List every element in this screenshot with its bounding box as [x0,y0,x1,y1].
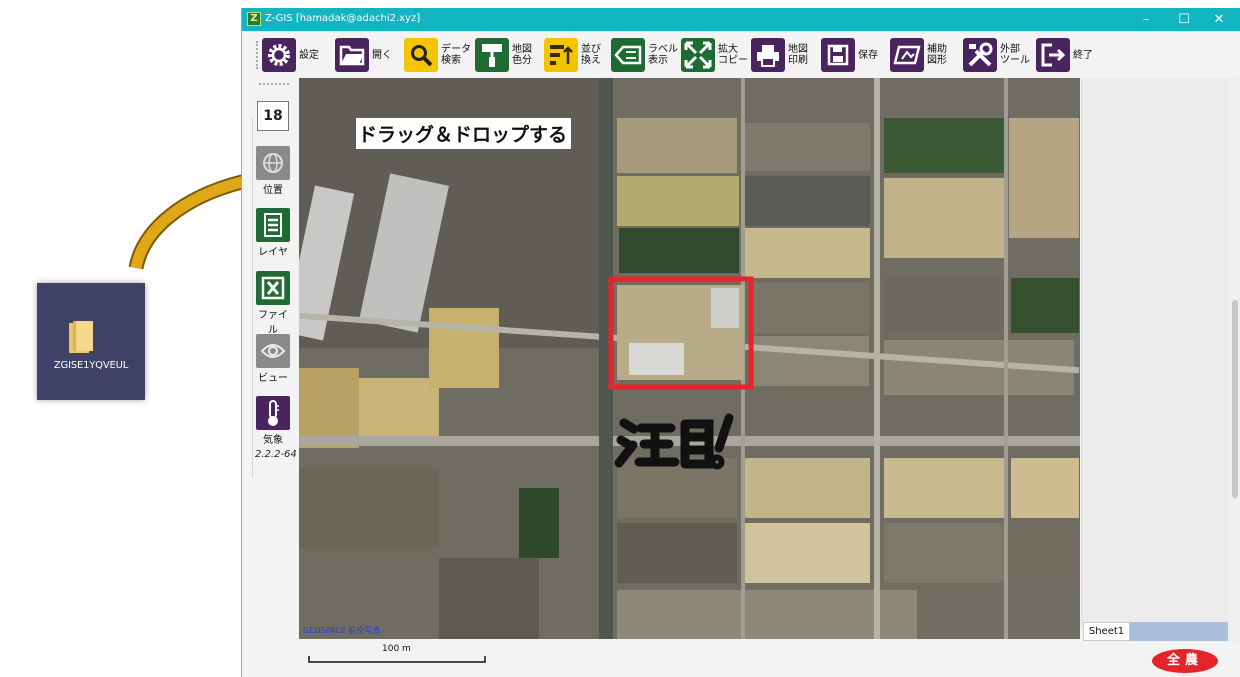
view-label: ビュー [258,373,288,384]
label-display-button[interactable]: ラベル 表示 [611,37,678,73]
excel-file-icon [256,271,290,305]
file-label: ファイル [258,310,288,336]
zennoh-logo: 全農 [1152,649,1218,673]
paint-roller-icon [475,38,509,72]
right-scrollbar-thumb[interactable] [1232,300,1238,498]
folder-open-icon [335,38,369,72]
settings-label: 設定 [299,49,319,61]
sheet-tab-strip [1130,622,1228,641]
layer-button[interactable]: レイヤ [255,208,291,258]
data-search-button[interactable]: データ 検索 [404,37,471,73]
app-logo-icon: Z [247,12,261,26]
layer-label: レイヤ [258,247,288,258]
exit-label: 終了 [1073,49,1093,61]
scale-bar: 100 m [307,644,487,664]
exit-button[interactable]: 終了 [1036,37,1093,73]
left-toolbar-grip[interactable] [259,83,289,85]
settings-button[interactable]: 設定 [262,37,319,73]
label-icon [611,38,645,72]
right-panel [1081,78,1229,626]
map-canvas[interactable]: ドラッグ＆ドロップする GEOSPACE 航空写真 [299,78,1080,639]
toolbar-grip[interactable] [256,41,258,69]
right-scrollbar[interactable] [1229,78,1240,643]
close-button[interactable]: ✕ [1203,10,1235,29]
external-tools-label: 外部 ツール [1000,44,1030,66]
version-text: 2.2.2-64 [255,449,297,460]
minimize-button[interactable]: – [1130,10,1162,29]
sort-icon [544,38,578,72]
weather-label: 気象 [263,435,283,446]
file-button[interactable]: ファイル [255,271,291,336]
main-toolbar: 設定 開く データ 検索 地図 色分 並び 換え ラベル 表示 拡大 コピー 地… [242,31,1240,78]
enlarge-copy-button[interactable]: 拡大 コピー [681,37,748,73]
label-display-label: ラベル 表示 [648,44,678,66]
map-print-button[interactable]: 地図 印刷 [751,37,808,73]
weather-button[interactable]: 気象 [255,396,291,446]
shape-icon [890,38,924,72]
map-color-button[interactable]: 地図 色分 [475,37,532,73]
sort-button[interactable]: 並び 換え [544,37,601,73]
left-divider [252,118,253,478]
map-color-label: 地図 色分 [512,44,532,66]
aux-shape-button[interactable]: 補助 図形 [890,37,947,73]
zoom-level-box[interactable]: 18 [257,101,289,131]
view-button[interactable]: ビュー [255,334,291,384]
sort-label: 並び 換え [581,44,601,66]
drag-drop-instruction: ドラッグ＆ドロップする [356,118,572,149]
maximize-button[interactable]: ☐ [1168,10,1200,29]
globe-icon [256,146,290,180]
tools-icon [963,38,997,72]
search-icon [404,38,438,72]
app-window: Z Z-GIS [hamadak@adachi2.xyz] – ☐ ✕ 設定 開… [241,8,1240,677]
printer-icon [751,38,785,72]
screenshot-stage: ZGISE1YQVEUL Z Z-GIS [hamadak@adachi2.xy… [0,0,1240,677]
sheet-tab[interactable]: Sheet1 [1083,622,1130,641]
eye-icon [256,334,290,368]
layers-icon [256,208,290,242]
position-button[interactable]: 位置 [255,146,291,196]
map-credit: GEOSPACE 航空写真 [303,626,381,635]
external-tools-button[interactable]: 外部 ツール [963,37,1030,73]
save-button[interactable]: 保存 [821,37,878,73]
left-toolbar: 18 位置 レイヤ ファイル ビュー 気象 2.2.2-64 [243,78,298,478]
open-button[interactable]: 開く [335,37,392,73]
folder-icon [69,321,93,353]
title-bar: Z Z-GIS [hamadak@adachi2.xyz] – ☐ ✕ [242,8,1240,31]
map-print-label: 地図 印刷 [788,44,808,66]
gear-icon [262,38,296,72]
scale-label: 100 m [382,644,411,654]
window-title: Z-GIS [hamadak@adachi2.xyz] [265,13,421,24]
position-label: 位置 [263,185,283,196]
desktop-folder-tile[interactable]: ZGISE1YQVEUL [37,283,145,400]
enlarge-copy-label: 拡大 コピー [718,44,748,66]
expand-arrows-icon [681,38,715,72]
thermometer-icon [256,396,290,430]
save-label: 保存 [858,49,878,61]
exit-icon [1036,38,1070,72]
aerial-photo [299,78,1080,639]
floppy-disk-icon [821,38,855,72]
aux-shape-label: 補助 図形 [927,44,947,66]
open-label: 開く [372,49,392,61]
desktop-folder-label: ZGISE1YQVEUL [53,360,129,371]
data-search-label: データ 検索 [441,44,471,66]
